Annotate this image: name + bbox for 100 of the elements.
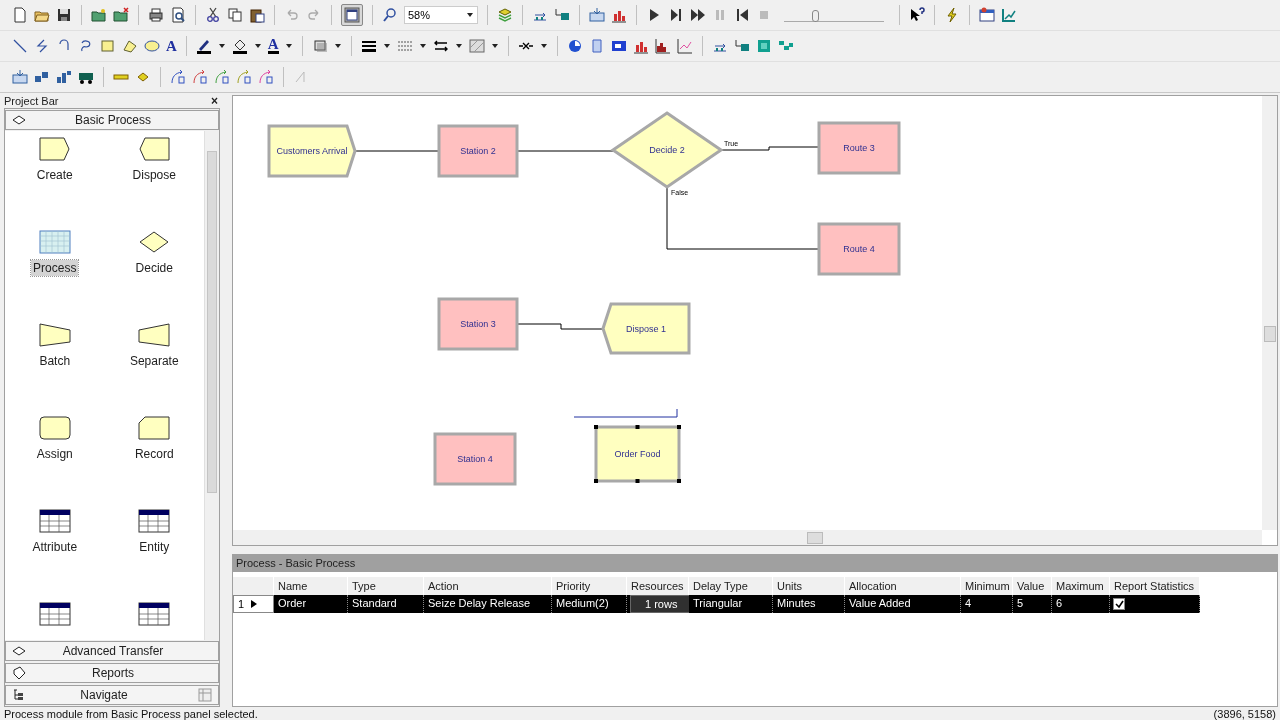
station-icon[interactable] (589, 7, 605, 23)
step-icon[interactable] (668, 7, 684, 23)
checkbox[interactable] (1113, 598, 1125, 610)
table-module-icon[interactable] (38, 602, 71, 626)
table-cell[interactable]: Minutes (773, 595, 845, 613)
panel-header[interactable]: Navigate (5, 685, 219, 705)
polyline-icon[interactable] (34, 38, 50, 54)
speed-slider[interactable] (812, 9, 820, 22)
record-module-icon[interactable] (138, 416, 171, 440)
table-cell[interactable]: Seize Delay Release (424, 595, 552, 613)
save-icon[interactable] (56, 7, 72, 23)
column-header[interactable]: Type (348, 577, 424, 595)
create-module-icon[interactable] (38, 137, 71, 161)
path-r-icon[interactable] (170, 69, 186, 85)
clock-icon[interactable] (566, 38, 583, 54)
module-label[interactable]: Dispose (130, 167, 178, 183)
table-cell[interactable]: 4 (961, 595, 1013, 613)
connector-line[interactable] (516, 323, 604, 330)
transporter-icon[interactable] (554, 7, 570, 23)
table-module-icon[interactable] (138, 509, 171, 533)
horizontal-scrollbar[interactable] (233, 530, 1262, 545)
column-header[interactable]: Maximum (1052, 577, 1110, 595)
zoom-icon[interactable] (382, 7, 398, 23)
table-cell[interactable]: 5 (1013, 595, 1052, 613)
column-header[interactable]: Units (773, 577, 845, 595)
process-module[interactable] (594, 425, 681, 483)
font-color-tool[interactable]: A (267, 38, 279, 54)
shadow-icon[interactable] (311, 38, 328, 54)
dispose-module-icon[interactable] (138, 137, 171, 161)
table-cell[interactable]: 6 (1052, 595, 1110, 613)
diamond-icon[interactable] (12, 115, 26, 125)
module-label[interactable]: Batch (37, 353, 73, 369)
module-label[interactable]: Attribute (30, 539, 80, 555)
vertical-scrollbar[interactable] (1262, 96, 1277, 530)
path-n-icon[interactable] (236, 69, 252, 85)
table-cell[interactable]: Order (274, 595, 348, 613)
column-header[interactable]: Name (274, 577, 348, 595)
fast-forward-icon[interactable] (690, 7, 706, 23)
diamond-icon[interactable] (12, 646, 26, 656)
square-icon[interactable] (755, 38, 772, 54)
histogram-icon[interactable] (654, 38, 671, 54)
column-header[interactable]: Minimum (961, 577, 1013, 595)
table-module-icon[interactable] (38, 509, 71, 533)
assign-module-icon[interactable] (38, 416, 71, 440)
line-icon[interactable] (12, 38, 28, 54)
segment-icon[interactable] (56, 69, 72, 85)
ellipse-icon[interactable] (144, 38, 160, 54)
route-path-icon[interactable] (34, 69, 50, 85)
copy-icon[interactable] (227, 7, 243, 23)
scissors-icon[interactable] (205, 7, 221, 23)
new-document-icon[interactable] (12, 7, 28, 23)
decide-module-icon[interactable] (138, 230, 171, 254)
book-icon[interactable] (12, 666, 26, 680)
column-header[interactable]: Delay Type (689, 577, 773, 595)
create-module[interactable] (267, 124, 357, 178)
text-tool[interactable]: A (166, 38, 177, 54)
module-label[interactable]: Create (34, 167, 75, 183)
column-header[interactable]: Allocation (845, 577, 961, 595)
column-header[interactable]: Action (424, 577, 552, 595)
folder-star-icon[interactable] (91, 7, 107, 23)
module-label[interactable]: Separate (127, 353, 181, 369)
line-width-icon[interactable] (360, 38, 377, 54)
rewind-icon[interactable] (734, 7, 750, 23)
path-a-icon[interactable] (258, 69, 274, 85)
connector-line[interactable] (720, 146, 820, 151)
lightning-icon[interactable] (944, 7, 960, 23)
station-icon[interactable] (12, 69, 28, 85)
table-cell[interactable]: Standard (348, 595, 424, 613)
module-label[interactable]: Decide (133, 260, 175, 276)
close-button[interactable]: × (211, 93, 220, 108)
help-pointer-icon[interactable] (909, 7, 925, 23)
batch-module-icon[interactable] (38, 323, 71, 347)
panel-header[interactable]: Basic Process (5, 110, 219, 130)
column-header[interactable]: Value (1013, 577, 1052, 595)
table-module-icon[interactable] (138, 602, 171, 626)
column-header[interactable]: Priority (552, 577, 627, 595)
print-preview-icon[interactable] (170, 7, 186, 23)
window-picture-icon[interactable] (979, 7, 995, 23)
connector-line[interactable] (666, 186, 820, 250)
table-cell[interactable]: Value Added (845, 595, 961, 613)
module-label[interactable]: Assign (34, 446, 75, 462)
layers-icon[interactable] (497, 7, 513, 23)
pattern-icon[interactable] (468, 38, 485, 54)
arrow-style-icon[interactable] (432, 38, 449, 54)
table-cell[interactable]: Triangular (689, 595, 773, 613)
table-cell[interactable]: Medium(2) (552, 595, 627, 613)
chart-pen-icon[interactable] (1001, 7, 1017, 23)
module-label[interactable]: Process (31, 260, 79, 276)
panel-header[interactable]: Reports (5, 663, 219, 683)
folder-close-icon[interactable] (113, 7, 129, 23)
path-d-icon[interactable] (214, 69, 230, 85)
line-color-icon[interactable] (195, 38, 212, 54)
polygon-icon[interactable] (122, 38, 138, 54)
plot-icon[interactable] (676, 38, 693, 54)
window-icon[interactable] (344, 7, 360, 23)
printer-icon[interactable] (148, 7, 164, 23)
column-header[interactable]: Resources (627, 577, 689, 595)
path-s-icon[interactable] (192, 69, 208, 85)
fill-color-icon[interactable] (231, 38, 248, 54)
transporter-icon[interactable] (733, 38, 750, 54)
